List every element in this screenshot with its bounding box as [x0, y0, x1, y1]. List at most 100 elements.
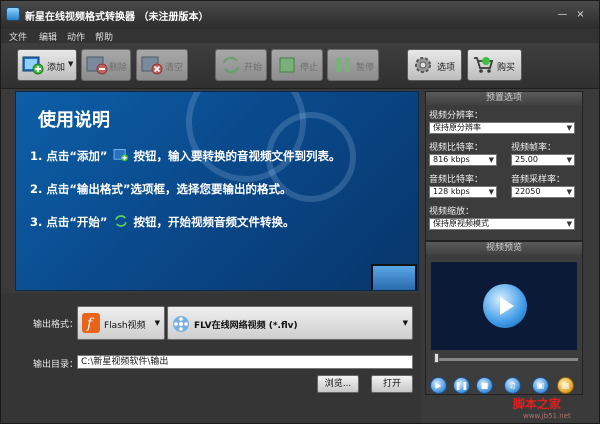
window-title: 新星在线视频格式转换器 （未注册版本）: [25, 12, 209, 23]
audio-bitrate-value: 128 kbps: [433, 187, 470, 196]
instruction-step-3-start: 3. 点击“开始”: [30, 215, 108, 229]
chevron-down-icon: ▼: [566, 124, 572, 132]
preview-panel: 视频预览: [425, 241, 583, 395]
preview-seek-bar[interactable]: [434, 358, 578, 361]
menu-file[interactable]: 文件: [9, 30, 27, 43]
start-button[interactable]: 开始: [215, 49, 267, 81]
stop-button[interactable]: 停止: [271, 49, 323, 81]
start-label: 开始: [244, 63, 263, 73]
pause-icon: [336, 58, 350, 72]
output-dir-label: 输出目录：: [33, 360, 79, 370]
instruction-step-1-start: 1. 点击“添加”: [30, 149, 108, 163]
instructions-title: 使用说明: [38, 110, 110, 131]
film-delete-icon: [86, 56, 108, 75]
play-icon[interactable]: [483, 284, 527, 328]
audio-bitrate-select[interactable]: 128 kbps ▼: [429, 186, 497, 198]
resolution-select[interactable]: 保持原分辨率 ▼: [429, 122, 575, 134]
film-clear-icon: [141, 56, 163, 75]
chevron-down-icon: ▼: [488, 156, 494, 164]
audio-bitrate-label: 音频比特率：: [429, 175, 484, 185]
samplerate-value: 22050: [515, 187, 541, 196]
film-reel-icon: [173, 316, 189, 332]
folder-icon[interactable]: ▤: [557, 377, 574, 394]
app-window: 新星在线视频格式转换器 （未注册版本） — × 文件 编辑 动作 帮助 添加 ▼: [0, 0, 600, 424]
instruction-step-2: 2. 点击“输出格式”选项框，选择您要输出的格式。: [30, 182, 292, 196]
seek-handle[interactable]: [434, 353, 439, 363]
stop-icon: [279, 57, 295, 73]
watermark-logo: 脚本之家: [513, 397, 562, 411]
toolbar: 添加 ▼ 删除 清空 开始 停止 暂停 选项 购买: [1, 43, 599, 89]
resolution-value: 保持原分辨率: [433, 123, 481, 132]
resolution-label: 视频分辨率：: [429, 111, 484, 121]
instruction-step-1-end: 按钮，输入要转换的音视频文件到列表。: [133, 149, 341, 163]
preset-header: 预置选项: [426, 92, 582, 105]
menu-edit[interactable]: 编辑: [39, 30, 57, 43]
format-select[interactable]: FLV在线网络视频 (*.flv) ▼: [167, 306, 413, 340]
snapshot-icon[interactable]: ▣: [532, 377, 549, 394]
stop-icon[interactable]: ■: [476, 377, 493, 394]
chevron-down-icon: ▼: [488, 188, 494, 196]
video-bitrate-select[interactable]: 816 kbps ▼: [429, 154, 497, 166]
clear-button[interactable]: 清空: [136, 49, 188, 81]
convert-arrows-icon: [114, 215, 127, 227]
add-button[interactable]: 添加 ▼: [17, 49, 77, 81]
video-preview-area: [431, 262, 577, 350]
menu-bar: 文件 编辑 动作 帮助: [1, 29, 599, 43]
convert-arrows-icon: [222, 56, 240, 74]
app-icon: [6, 7, 20, 21]
format-category-select[interactable]: f Flash视频 ▼: [77, 306, 165, 340]
samplerate-label: 音频采样率：: [511, 175, 566, 185]
options-label: 选项: [437, 63, 456, 73]
play-triangle-icon: [500, 297, 514, 315]
delete-button[interactable]: 删除: [81, 49, 131, 81]
add-dropdown-icon[interactable]: ▼: [68, 60, 73, 68]
play-icon[interactable]: ▶: [430, 377, 447, 394]
instruction-step-3-end: 按钮，开始视频音频文件转换。: [133, 215, 295, 229]
instructions-banner: 使用说明 1. 点击“添加” 按钮，输入要转换的音视频文件到列表。 2. 点击“…: [15, 91, 419, 291]
buy-button[interactable]: 购买: [467, 49, 522, 81]
volume-icon[interactable]: ♫: [504, 377, 521, 394]
monitor-illustration: [371, 264, 417, 290]
cart-icon: [474, 57, 494, 73]
chevron-down-icon: ▼: [566, 220, 572, 228]
chevron-down-icon: ▼: [402, 319, 408, 327]
menu-help[interactable]: 帮助: [95, 30, 113, 43]
instruction-step-1: 1. 点击“添加” 按钮，输入要转换的音视频文件到列表。: [30, 148, 341, 164]
menu-action[interactable]: 动作: [67, 30, 85, 43]
film-add-icon: [113, 149, 128, 162]
clear-label: 清空: [165, 63, 184, 73]
samplerate-select[interactable]: 22050 ▼: [511, 186, 575, 198]
film-add-icon: [22, 56, 44, 75]
format-category-value: Flash视频: [104, 321, 146, 331]
pause-icon[interactable]: ❚❚: [453, 377, 470, 394]
browse-button[interactable]: 浏览...: [317, 375, 359, 393]
pause-button[interactable]: 暂停: [327, 49, 379, 81]
output-dir-input[interactable]: C:\新星视频软件\输出: [77, 355, 413, 369]
zoom-label: 视频缩放：: [429, 207, 475, 217]
chevron-down-icon: ▼: [566, 188, 572, 196]
watermark-url: www.jb51.net: [523, 412, 571, 420]
framerate-select[interactable]: 25.00 ▼: [511, 154, 575, 166]
options-button[interactable]: 选项: [407, 49, 462, 81]
buy-label: 购买: [497, 63, 516, 73]
gear-icon: [415, 57, 431, 73]
close-icon[interactable]: ×: [575, 9, 586, 20]
format-value: FLV在线网络视频 (*.flv): [194, 321, 298, 331]
stop-label: 停止: [300, 63, 319, 73]
video-bitrate-value: 816 kbps: [433, 155, 470, 164]
output-format-label: 输出格式：: [33, 320, 79, 330]
chevron-down-icon: ▼: [154, 319, 160, 327]
title-bar[interactable]: 新星在线视频格式转换器 （未注册版本） — ×: [1, 1, 599, 29]
flash-icon: f: [82, 313, 100, 333]
preview-header: 视频预览: [426, 242, 582, 255]
framerate-value: 25.00: [515, 155, 538, 164]
minimize-icon[interactable]: —: [557, 9, 568, 20]
open-button[interactable]: 打开: [371, 375, 413, 393]
zoom-select[interactable]: 保持原视频模式 ▼: [429, 218, 575, 230]
chevron-down-icon: ▼: [566, 156, 572, 164]
add-label: 添加: [47, 63, 66, 73]
zoom-value: 保持原视频模式: [433, 219, 489, 228]
pause-label: 暂停: [356, 63, 375, 73]
instruction-step-3: 3. 点击“开始” 按钮，开始视频音频文件转换。: [30, 214, 295, 230]
video-bitrate-label: 视频比特率：: [429, 143, 484, 153]
